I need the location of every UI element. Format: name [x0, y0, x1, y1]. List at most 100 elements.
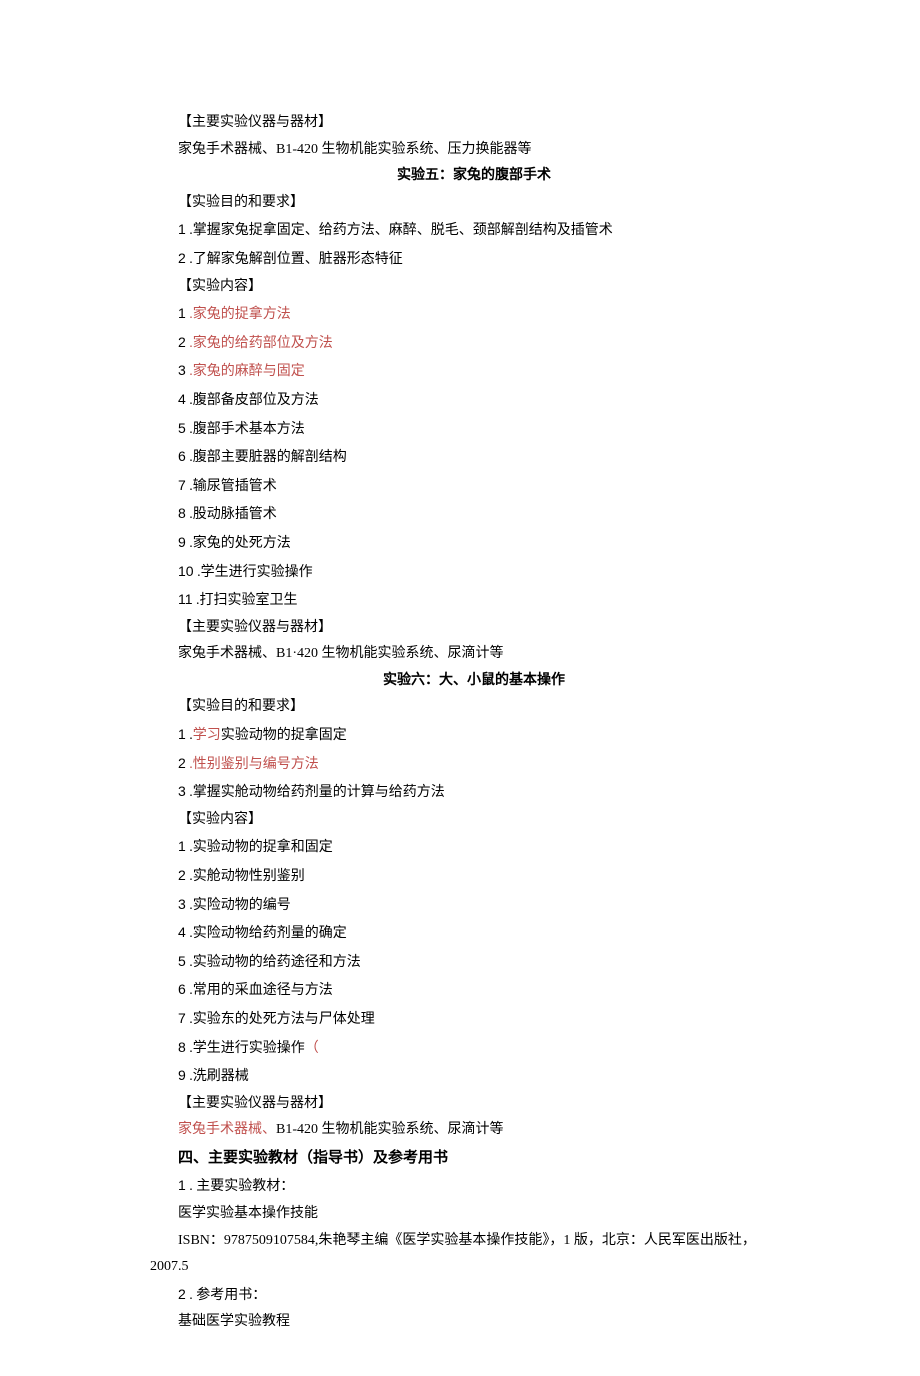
exp5-c8: 8 .股动脉插管术: [178, 500, 770, 529]
num: 4: [178, 924, 186, 940]
instruments-heading: 【主要实验仪器与器材】: [178, 110, 770, 137]
text: .了解家兔解剖位置、脏器形态特征: [186, 252, 403, 267]
exp6-c1: 1 .实验动物的捉拿和固定: [178, 833, 770, 862]
exp6-c3: 3 .实险动物的编号: [178, 891, 770, 920]
num: 6: [178, 448, 186, 464]
num: 7: [178, 1010, 186, 1026]
paren: （: [305, 1041, 319, 1056]
sec4-p1: 1 . 主要实验教材：: [178, 1172, 770, 1201]
exp5-c1: 1 .家兔的捉拿方法: [178, 300, 770, 329]
num: 2: [178, 755, 186, 771]
text: .家兔的给药部位及方法: [186, 336, 333, 351]
text: .学生进行实验操作: [194, 565, 313, 580]
sec4-p5: 基础医学实验教程: [178, 1309, 770, 1336]
num: 2: [178, 250, 186, 266]
exp6-aim-heading: 【实验目的和要求】: [178, 694, 770, 721]
exp5-c5: 5 .腹部手术基本方法: [178, 415, 770, 444]
exp5-aim-heading: 【实验目的和要求】: [178, 190, 770, 217]
num: 5: [178, 420, 186, 436]
num: 10: [178, 563, 194, 579]
text: .家兔的捉拿方法: [186, 307, 291, 322]
text: .掌握家兔捉拿固定、给药方法、麻醉、脱毛、颈部解剖结构及插管术: [186, 223, 613, 238]
exp6-inst-heading: 【主要实验仪器与器材】: [178, 1091, 770, 1118]
exp6-inst-text: 家兔手术器械、B1-420 生物机能实验系统、尿滴计等: [178, 1117, 770, 1144]
sec4-p3: ISBN：9787509107584,朱艳琴主编《医学实验基本操作技能》，1 版…: [178, 1228, 770, 1255]
num: 3: [178, 896, 186, 912]
text: .实验动物的捉拿和固定: [186, 840, 333, 855]
text: .实验东的处死方法与尸体处理: [186, 1012, 375, 1027]
sec4-p3b: 2007.5: [150, 1254, 770, 1281]
exp5-c4: 4 .腹部备皮部位及方法: [178, 386, 770, 415]
num: 3: [178, 362, 186, 378]
text: .家兔的处死方法: [186, 536, 291, 551]
exp6-c2: 2 .实舱动物性别鉴别: [178, 862, 770, 891]
text: .性别鉴别与编号方法: [186, 757, 319, 772]
text: .实险动物的编号: [186, 898, 291, 913]
exp5-content-heading: 【实验内容】: [178, 274, 770, 301]
exp6-c8: 8 .学生进行实验操作（: [178, 1034, 770, 1063]
text: .实舱动物性别鉴别: [186, 869, 305, 884]
text: .家兔的麻醉与固定: [186, 364, 305, 379]
num: 11: [178, 591, 193, 607]
content-body: 【主要实验仪器与器材】 家兔手术器械、B1-420 生物机能实验系统、压力换能器…: [150, 110, 770, 1254]
exp5-c2: 2 .家兔的给药部位及方法: [178, 329, 770, 358]
exp6-aim-1: 1 .学习实验动物的捉拿固定: [178, 721, 770, 750]
text: .打扫实验室卫生: [193, 593, 298, 608]
exp5-inst-heading: 【主要实验仪器与器材】: [178, 615, 770, 642]
num: 2: [178, 1286, 186, 1302]
content-body-2: 2 . 参考用书： 基础医学实验教程: [150, 1281, 770, 1336]
text: .掌握实舱动物给药剂量的计算与给药方法: [186, 785, 445, 800]
num: 1: [178, 1177, 186, 1193]
exp6-c5: 5 .实验动物的给药途径和方法: [178, 948, 770, 977]
num: 2: [178, 867, 186, 883]
text: .腹部手术基本方法: [186, 422, 305, 437]
exp5-c6: 6 .腹部主要脏器的解剖结构: [178, 443, 770, 472]
text: .学生进行实验操作: [186, 1041, 305, 1056]
text: .实险动物给药剂量的确定: [186, 926, 347, 941]
exp5-aim-2: 2 .了解家兔解剖位置、脏器形态特征: [178, 245, 770, 274]
num: 3: [178, 783, 186, 799]
section-4-title: 四、主要实验教材（指导书）及参考用书: [178, 1144, 770, 1173]
num: 1: [178, 305, 186, 321]
num: 5: [178, 953, 186, 969]
red-text: 家兔手术器械、: [178, 1122, 276, 1137]
exp5-c11: 11 .打扫实验室卫生: [178, 586, 770, 615]
document-page: 【主要实验仪器与器材】 家兔手术器械、B1-420 生物机能实验系统、压力换能器…: [0, 0, 920, 1376]
text: .实验动物的给药途径和方法: [186, 955, 361, 970]
pre: .: [186, 728, 193, 743]
exp5-c7: 7 .输尿管插管术: [178, 472, 770, 501]
text: .洗刷器械: [186, 1069, 249, 1084]
num: 8: [178, 1039, 186, 1055]
num: 4: [178, 391, 186, 407]
sec4-p2: 医学实验基本操作技能: [178, 1201, 770, 1228]
experiment-6-title: 实验六：大、小鼠的基本操作: [178, 668, 770, 695]
num: 9: [178, 1067, 186, 1083]
exp6-c9: 9 .洗刷器械: [178, 1062, 770, 1091]
text: .腹部备皮部位及方法: [186, 393, 319, 408]
exp6-content-heading: 【实验内容】: [178, 807, 770, 834]
text: . 主要实验教材：: [186, 1179, 295, 1194]
experiment-5-title: 实验五：家兔的腹部手术: [178, 163, 770, 190]
exp5-c10: 10 .学生进行实验操作: [178, 558, 770, 587]
exp6-c6: 6 .常用的采血途径与方法: [178, 976, 770, 1005]
text: .输尿管插管术: [186, 479, 277, 494]
exp5-inst-text: 家兔手术器械、B1·420 生物机能实验系统、尿滴计等: [178, 641, 770, 668]
exp6-aim-3: 3 .掌握实舱动物给药剂量的计算与给药方法: [178, 778, 770, 807]
num: 1: [178, 726, 186, 742]
num: 8: [178, 505, 186, 521]
exp6-c7: 7 .实验东的处死方法与尸体处理: [178, 1005, 770, 1034]
text: .常用的采血途径与方法: [186, 983, 333, 998]
num: 1: [178, 838, 186, 854]
instruments-text: 家兔手术器械、B1-420 生物机能实验系统、压力换能器等: [178, 137, 770, 164]
num: 1: [178, 221, 186, 237]
num: 6: [178, 981, 186, 997]
exp6-c4: 4 .实险动物给药剂量的确定: [178, 919, 770, 948]
num: 7: [178, 477, 186, 493]
red-text: 学习: [193, 728, 221, 743]
sec4-p4: 2 . 参考用书：: [178, 1281, 770, 1310]
text: .腹部主要脏器的解剖结构: [186, 450, 347, 465]
rest-text: 实验动物的捉拿固定: [221, 728, 347, 743]
num: 2: [178, 334, 186, 350]
exp5-c3: 3 .家兔的麻醉与固定: [178, 357, 770, 386]
exp5-c9: 9 .家兔的处死方法: [178, 529, 770, 558]
